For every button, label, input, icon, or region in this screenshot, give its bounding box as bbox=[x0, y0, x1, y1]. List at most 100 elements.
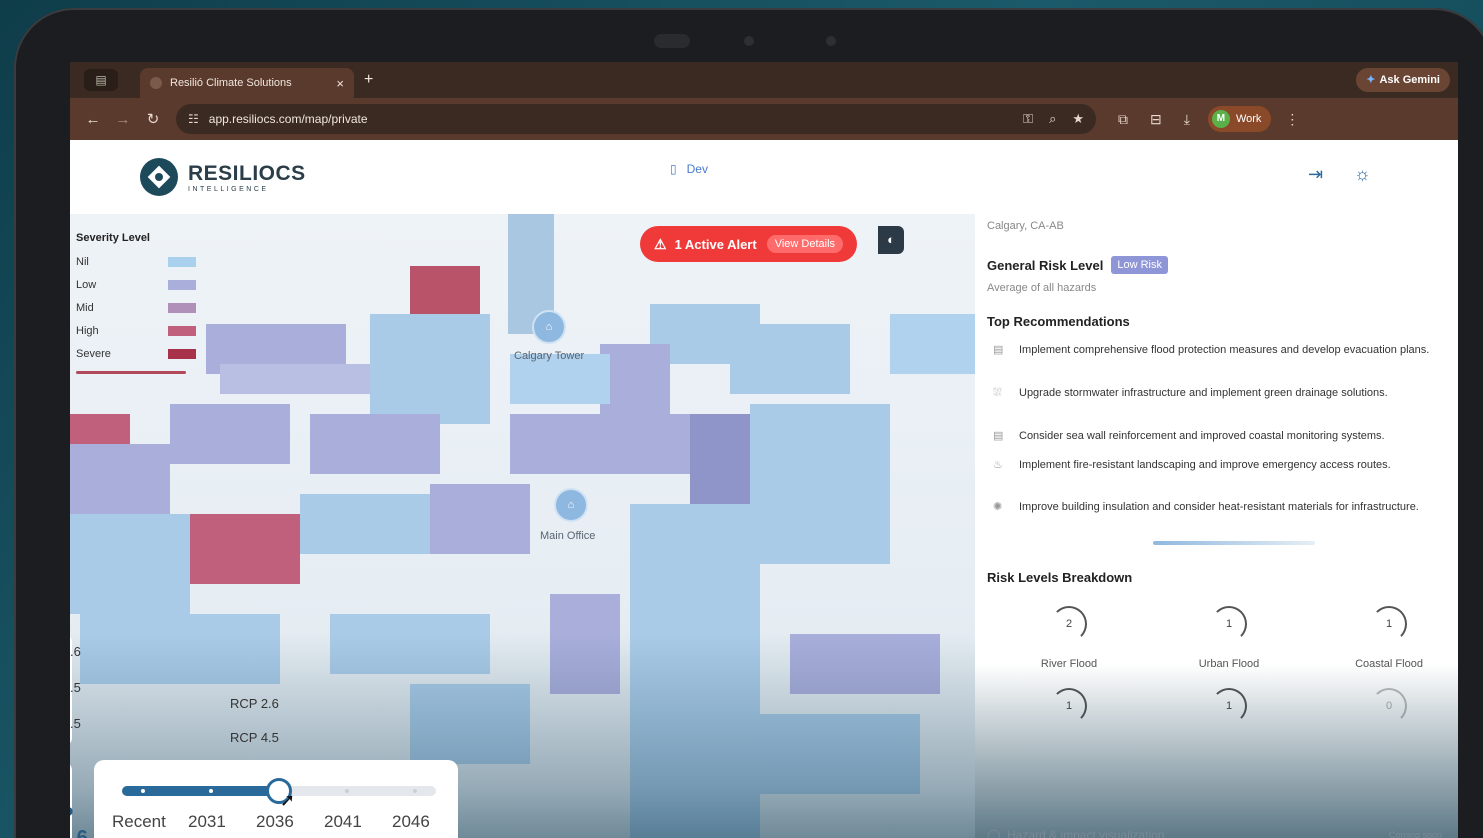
scenario-value: P 2.6 bbox=[70, 804, 88, 838]
forward-icon[interactable]: → bbox=[108, 111, 138, 128]
screen: ▤ Resilió Climate Solutions × + ✦ Ask Gem… bbox=[70, 62, 1458, 838]
tab-search-icon[interactable]: ▤ bbox=[84, 69, 118, 91]
timeline-fill bbox=[122, 786, 283, 796]
urban-flood-gauge: 1 bbox=[1211, 606, 1247, 642]
recommendation-item: ▤ Implement comprehensive flood protectio… bbox=[987, 342, 1457, 358]
building bbox=[750, 404, 890, 564]
scenario-option[interactable]: RCP 2.6 bbox=[230, 696, 279, 730]
legend-item: Low bbox=[76, 273, 196, 296]
scroll-indicator[interactable] bbox=[1153, 541, 1315, 545]
active-alert-banner[interactable]: ⚠ 1 Active Alert View Details bbox=[640, 226, 858, 262]
logo-name: RESILIOCS bbox=[188, 161, 306, 185]
mouse-cursor-icon: ➚ bbox=[280, 790, 296, 810]
recommendation-text: Implement fire-resistant landscaping and… bbox=[1019, 459, 1391, 471]
address-bar[interactable]: ☷ app.resiliocs.com/map/private ⚿ ⌕ ★ bbox=[176, 104, 1096, 134]
view-details-button[interactable]: View Details bbox=[766, 235, 844, 253]
hazard-viz-label: Hazard & impact visualization bbox=[1007, 828, 1165, 838]
location-pin-icon[interactable]: ⌂ bbox=[532, 310, 566, 344]
download-icon[interactable]: ⤓ bbox=[1184, 111, 1190, 128]
ask-gemini-button[interactable]: ✦ Ask Gemini bbox=[1356, 68, 1450, 92]
building bbox=[70, 444, 170, 514]
tab-title: Resilió Climate Solutions bbox=[170, 77, 292, 89]
legend-swatch bbox=[168, 256, 196, 267]
timeline-year[interactable]: 2041 bbox=[324, 812, 362, 832]
pin-label-calgary-tower: Calgary Tower bbox=[514, 350, 585, 362]
theme-sun-icon[interactable]: ☼ bbox=[1354, 164, 1371, 185]
recommendation-text: Upgrade stormwater infrastructure and im… bbox=[1019, 387, 1388, 399]
camera-sensor bbox=[744, 36, 754, 46]
flood-icon: ▤ bbox=[993, 344, 1004, 356]
alert-toggle-icon[interactable]: ◐ bbox=[878, 226, 904, 254]
new-tab-button[interactable]: + bbox=[364, 71, 373, 89]
recommendation-text: Consider sea wall reinforcement and impr… bbox=[1019, 430, 1385, 442]
timeline-tick bbox=[209, 789, 213, 793]
alert-text: 1 Active Alert bbox=[674, 236, 757, 252]
legend-divider bbox=[76, 371, 186, 374]
legend-label: Low bbox=[76, 278, 97, 291]
building bbox=[300, 494, 440, 554]
scenario-list: RCP 2.6 RCP 4.5 bbox=[230, 696, 279, 764]
location-label: Calgary, CA-AB bbox=[987, 220, 1064, 232]
timeline-tick bbox=[413, 789, 417, 793]
timeline-year[interactable]: 2046 bbox=[392, 812, 430, 832]
logo[interactable]: RESILIOCS INTELLIGENCE bbox=[140, 158, 306, 196]
timeline-slider-card: ➚ Recent 2031 2036 2041 2046 bbox=[94, 760, 458, 838]
scenario-side-item[interactable]: .5 bbox=[70, 670, 81, 706]
toggle-icon: ◯ bbox=[987, 828, 1008, 838]
building bbox=[510, 414, 690, 474]
tab-search-toolbar-icon[interactable]: ⊟ bbox=[1150, 111, 1162, 128]
back-icon[interactable]: ← bbox=[78, 111, 108, 128]
legend-label: High bbox=[76, 324, 99, 337]
legend-item: Nil bbox=[76, 250, 196, 273]
recommendation-item: ⛆ Upgrade stormwater infrastructure and i… bbox=[987, 385, 1457, 401]
tablet-frame: ▤ Resilió Climate Solutions × + ✦ Ask Gem… bbox=[14, 8, 1483, 838]
map-view[interactable]: ⌂ Calgary Tower ⌂ Main Office bbox=[70, 214, 975, 838]
password-key-icon[interactable]: ⚿ bbox=[1023, 111, 1033, 127]
browser-tabbar: ▤ Resilió Climate Solutions × + ✦ Ask Gem… bbox=[70, 62, 1458, 98]
ask-gemini-label: Ask Gemini bbox=[1379, 74, 1440, 86]
scenario-selector[interactable]: P 2.6 bbox=[70, 762, 88, 838]
scenario-option[interactable]: RCP 4.5 bbox=[230, 730, 279, 764]
legend-title: Severity Level bbox=[76, 232, 150, 244]
wave-icon: ▤ bbox=[993, 430, 1004, 442]
building bbox=[190, 514, 300, 584]
recommendation-text: Implement comprehensive flood protection… bbox=[1019, 344, 1430, 356]
scenario-side-item[interactable]: .6 bbox=[70, 634, 81, 670]
camera-lens bbox=[826, 36, 836, 46]
recommendation-item: ▤ Consider sea wall reinforcement and imp… bbox=[987, 428, 1457, 444]
hazard-visualization-toggle[interactable]: ◯ Hazard & impact visualization bbox=[987, 828, 1165, 838]
browser-tab[interactable]: Resilió Climate Solutions × bbox=[140, 68, 354, 98]
legend-label: Nil bbox=[76, 255, 89, 268]
legend-swatch bbox=[168, 325, 196, 336]
bookmark-star-icon[interactable]: ★ bbox=[1072, 111, 1084, 127]
environment-selector[interactable]: ▯ Dev bbox=[670, 162, 708, 176]
extensions-icon[interactable]: ⧉ bbox=[1118, 111, 1128, 128]
timeline-year[interactable]: 2031 bbox=[188, 812, 226, 832]
profile-button[interactable]: M Work bbox=[1207, 106, 1272, 132]
gemini-icon: ✦ bbox=[1366, 74, 1376, 86]
building bbox=[310, 414, 440, 474]
recommendation-text: Improve building insulation and consider… bbox=[1019, 501, 1419, 513]
timeline-track[interactable] bbox=[122, 778, 436, 804]
site-info-icon[interactable]: ☷ bbox=[188, 112, 199, 126]
building bbox=[600, 344, 670, 414]
reload-icon[interactable]: ↻ bbox=[138, 110, 168, 128]
url-text[interactable]: app.resiliocs.com/map/private bbox=[209, 112, 1007, 126]
timeline-year[interactable]: Recent bbox=[112, 812, 166, 832]
legend-item: High bbox=[76, 319, 196, 342]
scenario-side-item[interactable]: .5 bbox=[70, 706, 81, 742]
building bbox=[890, 314, 975, 374]
browser-menu-icon[interactable]: ⋮ bbox=[1285, 111, 1299, 128]
risk-note: Average of all hazards bbox=[987, 282, 1097, 294]
warning-icon: ⚠ bbox=[654, 235, 667, 252]
app-header: RESILIOCS INTELLIGENCE ▯ Dev ⇥ ☼ bbox=[70, 140, 1458, 214]
risk-level-label: General Risk Level bbox=[987, 257, 1104, 273]
logout-icon[interactable]: ⇥ bbox=[1308, 164, 1323, 185]
timeline-year[interactable]: 2036 bbox=[256, 812, 294, 832]
office-pin-icon[interactable]: ⌂ bbox=[554, 488, 588, 522]
general-risk-level: General Risk Level Low Risk bbox=[987, 256, 1168, 274]
zoom-icon[interactable]: ⌕ bbox=[1049, 111, 1056, 127]
tab-close-icon[interactable]: × bbox=[336, 76, 344, 91]
risk-badge: Low Risk bbox=[1111, 256, 1168, 274]
scenario-side-card: .6 .5 .5 bbox=[70, 634, 81, 746]
